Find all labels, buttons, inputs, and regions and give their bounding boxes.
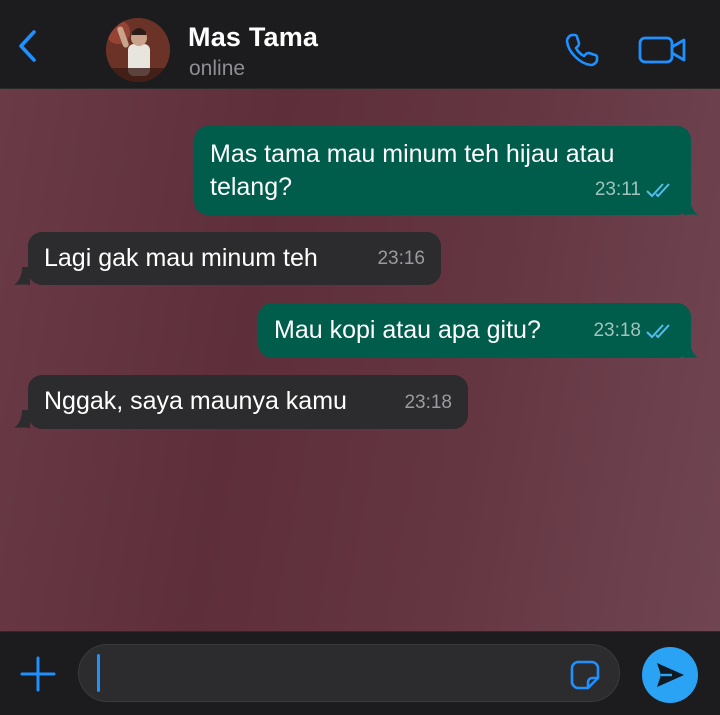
message-input[interactable] bbox=[101, 655, 555, 693]
attach-button[interactable] bbox=[16, 652, 60, 696]
double-check-icon bbox=[646, 182, 670, 197]
message-meta: 23:16 bbox=[377, 242, 425, 275]
plus-icon bbox=[20, 656, 56, 692]
message-bubble-incoming[interactable]: Lagi gak mau minum teh 23:16 bbox=[28, 232, 441, 285]
message-text: Lagi gak mau minum teh bbox=[44, 244, 318, 272]
sticker-button[interactable] bbox=[569, 659, 601, 691]
message-input-field[interactable] bbox=[78, 644, 620, 702]
message-list[interactable]: Mas tama mau minum teh hijau atau telang… bbox=[0, 89, 720, 631]
text-caret bbox=[97, 654, 100, 692]
bubble-tail bbox=[14, 410, 30, 428]
back-button[interactable] bbox=[10, 26, 46, 66]
contact-status: online bbox=[189, 57, 246, 80]
message-bubble-incoming[interactable]: Nggak, saya maunya kamu 23:18 bbox=[28, 375, 468, 429]
video-call-button[interactable] bbox=[636, 28, 690, 72]
message-text: Nggak, saya maunya kamu bbox=[44, 387, 347, 415]
message-time: 23:18 bbox=[593, 320, 641, 341]
send-icon bbox=[657, 663, 684, 687]
bubble-tail bbox=[14, 267, 30, 285]
phone-icon bbox=[565, 33, 599, 67]
message-time: 23:18 bbox=[404, 392, 452, 413]
send-button[interactable] bbox=[642, 647, 698, 703]
contact-name[interactable]: Mas Tama bbox=[188, 22, 318, 53]
video-camera-icon bbox=[638, 36, 686, 64]
message-bubble-outgoing[interactable]: Mau kopi atau apa gitu? 23:18 bbox=[258, 303, 691, 358]
sticker-icon bbox=[570, 660, 600, 690]
chevron-left-icon bbox=[19, 30, 36, 62]
contact-photo bbox=[106, 18, 170, 82]
message-time: 23:16 bbox=[377, 248, 425, 269]
avatar[interactable] bbox=[106, 18, 170, 82]
message-bubble-outgoing[interactable]: Mas tama mau minum teh hijau atau telang… bbox=[194, 126, 691, 215]
message-meta: 23:18 bbox=[404, 386, 452, 419]
composer-bar bbox=[0, 631, 720, 715]
message-text: Mau kopi atau apa gitu? bbox=[274, 316, 541, 344]
message-meta: 23:18 bbox=[593, 314, 675, 347]
chat-screen: Mas Tama online Mas tama mau minum teh h… bbox=[0, 0, 720, 715]
message-time: 23:11 bbox=[594, 179, 641, 200]
double-check-icon bbox=[646, 323, 670, 338]
bubble-tail bbox=[684, 340, 698, 358]
voice-call-button[interactable] bbox=[560, 28, 604, 72]
message-meta: 23:11 bbox=[595, 173, 675, 206]
chat-header: Mas Tama online bbox=[0, 0, 720, 89]
message-text-line: Mas tama mau minum teh hijau atau bbox=[210, 140, 615, 168]
bubble-tail bbox=[684, 197, 698, 215]
